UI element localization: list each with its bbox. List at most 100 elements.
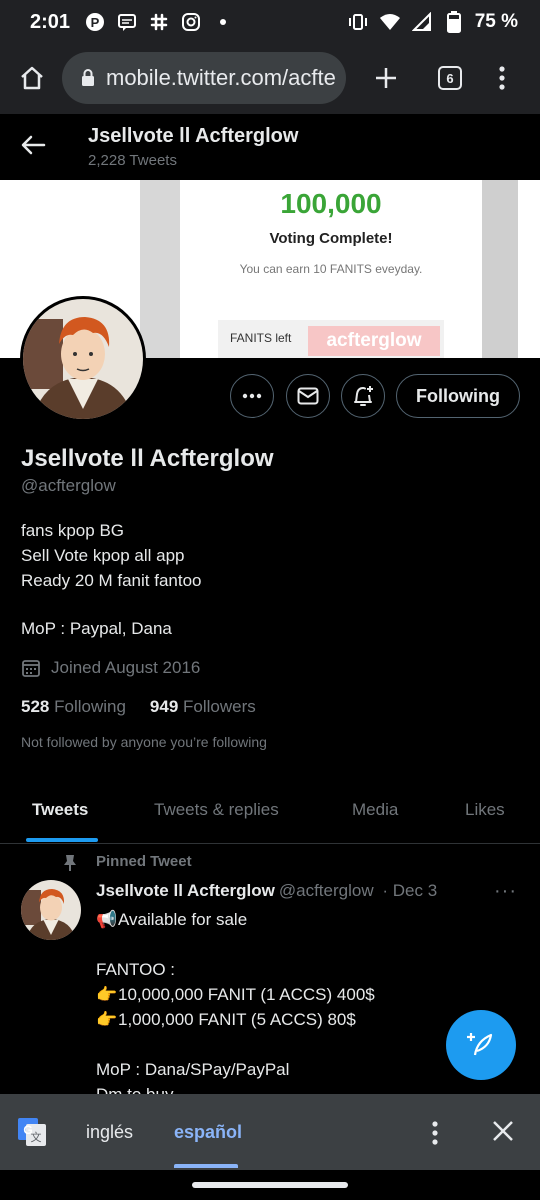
avatar-image	[23, 299, 143, 419]
envelope-icon	[297, 387, 319, 405]
profile-bio: fans kpop BG Sell Vote kpop all app Read…	[21, 518, 202, 593]
header-title: Jsellvote ll Acfterglow	[88, 125, 299, 147]
tab-tweets[interactable]: Tweets	[32, 800, 88, 820]
wifi-icon	[379, 11, 401, 33]
notifications-button[interactable]	[341, 374, 385, 418]
tweet-line: FANTOO :	[96, 960, 176, 979]
tab-tweets-replies[interactable]: Tweets & replies	[154, 800, 279, 820]
tab-likes[interactable]: Likes	[465, 800, 505, 820]
tweet-line	[96, 1032, 496, 1057]
tab-switcher-button[interactable]: 6	[430, 58, 470, 98]
following-count: 528	[21, 697, 50, 716]
more-horizontal-icon	[242, 393, 262, 399]
following-label: Following	[54, 697, 126, 716]
tweet-author-name[interactable]: Jsellvote ll Acfterglow	[96, 881, 275, 900]
message-button[interactable]	[286, 374, 330, 418]
banner-earn-note: You can earn 10 FANITS eveyday.	[239, 262, 423, 276]
compose-feather-icon	[467, 1033, 493, 1056]
tweet-body: 📢Available for sale FANTOO : 👉10,000,000…	[96, 907, 496, 1107]
profile-header: Jsellvote ll Acfterglow 2,228 Tweets	[0, 114, 540, 180]
megaphone-icon: 📢	[96, 910, 118, 929]
browser-menu-button[interactable]	[482, 58, 522, 98]
banner-fanits-left-label: FANITS left	[230, 331, 292, 345]
slack-icon	[148, 11, 170, 33]
bio-line: Sell Vote kpop all app	[21, 546, 185, 565]
plus-icon	[376, 68, 396, 88]
back-button[interactable]	[18, 130, 48, 160]
translate-bar: G文 inglés español	[0, 1094, 540, 1170]
pointing-hand-icon: 👉	[96, 1010, 118, 1029]
source-language-tab[interactable]: inglés	[86, 1122, 133, 1143]
tweet-line: 👉1,000,000 FANIT (5 ACCS) 80$	[96, 1007, 496, 1032]
pinned-tweet-label: Pinned Tweet	[96, 853, 192, 870]
profile-joined: Joined August 2016	[21, 658, 200, 678]
tab-count: 6	[438, 66, 462, 90]
status-bar: 2:01 P 75 %	[0, 0, 540, 44]
tab-media[interactable]: Media	[352, 800, 398, 820]
banner-vote-card: 100,000 Voting Complete! You can earn 10…	[180, 180, 482, 358]
not-followed-note: Not followed by anyone you’re following	[21, 734, 267, 750]
banner-fanits-left: FANITS left acfterglow	[218, 320, 444, 358]
home-button[interactable]	[12, 58, 52, 98]
url-text: mobile.twitter.com/acfte	[106, 65, 336, 90]
tweet-header: Jsellvote ll Acfterglow @acfterglow · Dec…	[96, 881, 437, 901]
more-options-button[interactable]	[230, 374, 274, 418]
tweet-line	[96, 932, 496, 957]
profile-name: Jsellvote ll Acfterglow	[21, 445, 274, 472]
home-icon	[21, 66, 43, 90]
bio-line: Ready 20 M fanit fantoo	[21, 571, 202, 590]
active-tab-indicator	[26, 838, 98, 842]
vibrate-icon	[347, 11, 369, 33]
pointing-hand-icon: 👉	[96, 985, 118, 1004]
tweet-line: 📢Available for sale	[96, 907, 496, 932]
joined-text: Joined August 2016	[51, 658, 201, 677]
new-tab-button[interactable]	[366, 58, 406, 98]
tweet-avatar[interactable]	[21, 880, 81, 940]
profile-mop: MoP : Paypal, Dana	[21, 619, 172, 638]
selected-language-indicator	[174, 1164, 238, 1168]
target-language-tab[interactable]: español	[174, 1122, 242, 1143]
more-vertical-icon	[499, 66, 505, 90]
header-tweet-count: 2,228 Tweets	[88, 152, 177, 169]
tweet-date[interactable]: · Dec 3	[382, 881, 437, 900]
following-button[interactable]: Following	[396, 374, 520, 418]
profile-handle: @acfterglow	[21, 476, 116, 495]
profile-stats: 528 Following 949 Followers	[21, 697, 256, 717]
compose-tweet-button[interactable]	[446, 1010, 516, 1080]
clock: 2:01	[30, 10, 71, 33]
battery-level: 75 %	[474, 11, 518, 32]
bell-plus-icon	[354, 386, 373, 406]
banner-watermark: acfterglow	[308, 326, 440, 356]
calendar-icon	[22, 660, 40, 677]
notification-dot-icon	[212, 11, 234, 33]
tweet-line: 👉10,000,000 FANIT (1 ACCS) 400$	[96, 982, 496, 1007]
tweet-line: MoP : Dana/SPay/PayPal	[96, 1060, 290, 1079]
battery-icon	[443, 11, 465, 33]
banner-amount: 100,000	[280, 188, 382, 219]
lock-icon	[82, 69, 94, 86]
home-gesture-handle[interactable]	[192, 1182, 348, 1188]
message-icon	[116, 11, 138, 33]
tweet-author-handle[interactable]: @acfterglow	[279, 881, 374, 900]
followers-link[interactable]: 949 Followers	[150, 697, 256, 717]
following-link[interactable]: 528 Following	[21, 697, 126, 717]
address-bar[interactable]: mobile.twitter.com/acfte	[62, 52, 346, 104]
profile-tabs: Tweets Tweets & replies Media Likes	[0, 786, 540, 844]
google-translate-icon[interactable]: G文	[16, 1116, 48, 1148]
bio-line: fans kpop BG	[21, 521, 125, 540]
banner-status: Voting Complete!	[269, 230, 393, 247]
followers-count: 949	[149, 697, 179, 716]
profile-avatar[interactable]	[20, 296, 146, 422]
svg-text:P: P	[91, 15, 100, 30]
tweet-more-button[interactable]: ···	[494, 880, 517, 903]
browser-toolbar: mobile.twitter.com/acfte 6	[0, 44, 540, 114]
close-icon[interactable]	[488, 1116, 518, 1146]
more-vertical-icon[interactable]	[420, 1118, 450, 1148]
arrow-left-icon	[21, 135, 46, 155]
gesture-nav-bar	[0, 1170, 540, 1200]
followers-label: Followers	[183, 697, 256, 716]
svg-text:文: 文	[31, 1130, 42, 1144]
instagram-icon	[180, 11, 202, 33]
pin-icon	[64, 855, 76, 871]
avatar-image	[21, 880, 81, 940]
